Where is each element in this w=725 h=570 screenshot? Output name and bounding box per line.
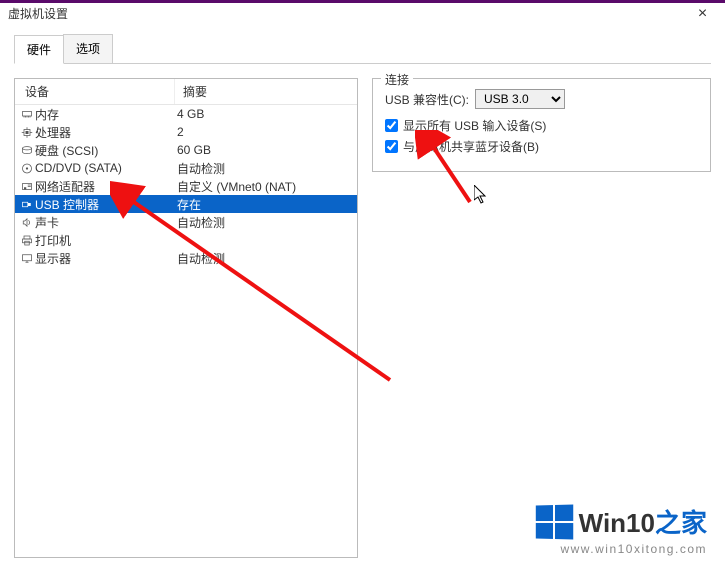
titlebar: 虚拟机设置 × <box>0 0 725 24</box>
window-title: 虚拟机设置 <box>0 5 680 22</box>
display-icon <box>15 252 33 265</box>
tab-bar: 硬件 选项 <box>14 34 711 64</box>
printer-icon <box>15 234 33 247</box>
compat-row: USB 兼容性(C): USB 3.0 <box>385 89 698 109</box>
device-label: 内存 <box>33 106 169 123</box>
device-row-sound[interactable]: 声卡自动检测 <box>15 213 357 231</box>
tab-options[interactable]: 选项 <box>63 34 113 63</box>
device-summary: 60 GB <box>169 143 357 157</box>
device-row-cpu[interactable]: 处理器2 <box>15 123 357 141</box>
device-summary: 存在 <box>169 196 357 213</box>
device-list-panel: 设备 摘要 内存4 GB处理器2硬盘 (SCSI)60 GBCD/DVD (SA… <box>14 78 358 558</box>
device-row-usb[interactable]: USB 控制器存在 <box>15 195 357 213</box>
device-row-memory[interactable]: 内存4 GB <box>15 105 357 123</box>
device-row-net[interactable]: 网络适配器自定义 (VMnet0 (NAT) <box>15 177 357 195</box>
device-summary: 自动检测 <box>169 214 357 231</box>
share-bt-label: 与虚拟机共享蓝牙设备(B) <box>403 138 539 155</box>
device-summary: 自定义 (VMnet0 (NAT) <box>169 178 357 195</box>
device-label: 网络适配器 <box>33 178 169 195</box>
hdd-icon <box>15 144 33 157</box>
windows-logo-icon <box>535 504 572 539</box>
tab-hardware[interactable]: 硬件 <box>14 35 64 64</box>
close-button[interactable]: × <box>680 5 725 23</box>
device-label: 硬盘 (SCSI) <box>33 142 169 159</box>
header-summary: 摘要 <box>175 79 357 104</box>
device-label: 处理器 <box>33 124 169 141</box>
disc-icon <box>15 162 33 175</box>
device-summary: 4 GB <box>169 107 357 121</box>
cpu-icon <box>15 126 33 139</box>
compat-select[interactable]: USB 3.0 <box>475 89 565 109</box>
device-label: 声卡 <box>33 214 169 231</box>
watermark-brand: Win10之家 <box>579 503 707 540</box>
header-device: 设备 <box>15 79 175 104</box>
watermark: Win10之家 www.win10xitong.com <box>535 503 707 556</box>
net-icon <box>15 180 33 193</box>
settings-panel: 连接 USB 兼容性(C): USB 3.0 显示所有 USB 输入设备(S) … <box>372 78 711 558</box>
watermark-url: www.win10xitong.com <box>535 542 707 556</box>
device-row-disc[interactable]: CD/DVD (SATA)自动检测 <box>15 159 357 177</box>
connection-title: 连接 <box>381 71 413 88</box>
memory-icon <box>15 108 33 121</box>
device-summary: 自动检测 <box>169 250 357 267</box>
share-bt-row[interactable]: 与虚拟机共享蓝牙设备(B) <box>385 138 698 155</box>
device-label: USB 控制器 <box>33 196 169 213</box>
device-summary: 自动检测 <box>169 160 357 177</box>
compat-label: USB 兼容性(C): <box>385 91 469 108</box>
device-summary: 2 <box>169 125 357 139</box>
dialog-content: 硬件 选项 设备 摘要 内存4 GB处理器2硬盘 (SCSI)60 GBCD/D… <box>0 24 725 558</box>
connection-group: 连接 USB 兼容性(C): USB 3.0 显示所有 USB 输入设备(S) … <box>372 78 711 172</box>
device-row-printer[interactable]: 打印机 <box>15 231 357 249</box>
device-row-hdd[interactable]: 硬盘 (SCSI)60 GB <box>15 141 357 159</box>
device-label: 显示器 <box>33 250 169 267</box>
device-label: 打印机 <box>33 232 169 249</box>
share-bt-checkbox[interactable] <box>385 140 398 153</box>
show-all-checkbox[interactable] <box>385 119 398 132</box>
usb-icon <box>15 198 33 211</box>
show-all-row[interactable]: 显示所有 USB 输入设备(S) <box>385 117 698 134</box>
device-list-header: 设备 摘要 <box>15 79 357 105</box>
device-row-display[interactable]: 显示器自动检测 <box>15 249 357 267</box>
show-all-label: 显示所有 USB 输入设备(S) <box>403 117 546 134</box>
device-label: CD/DVD (SATA) <box>33 161 169 175</box>
sound-icon <box>15 216 33 229</box>
